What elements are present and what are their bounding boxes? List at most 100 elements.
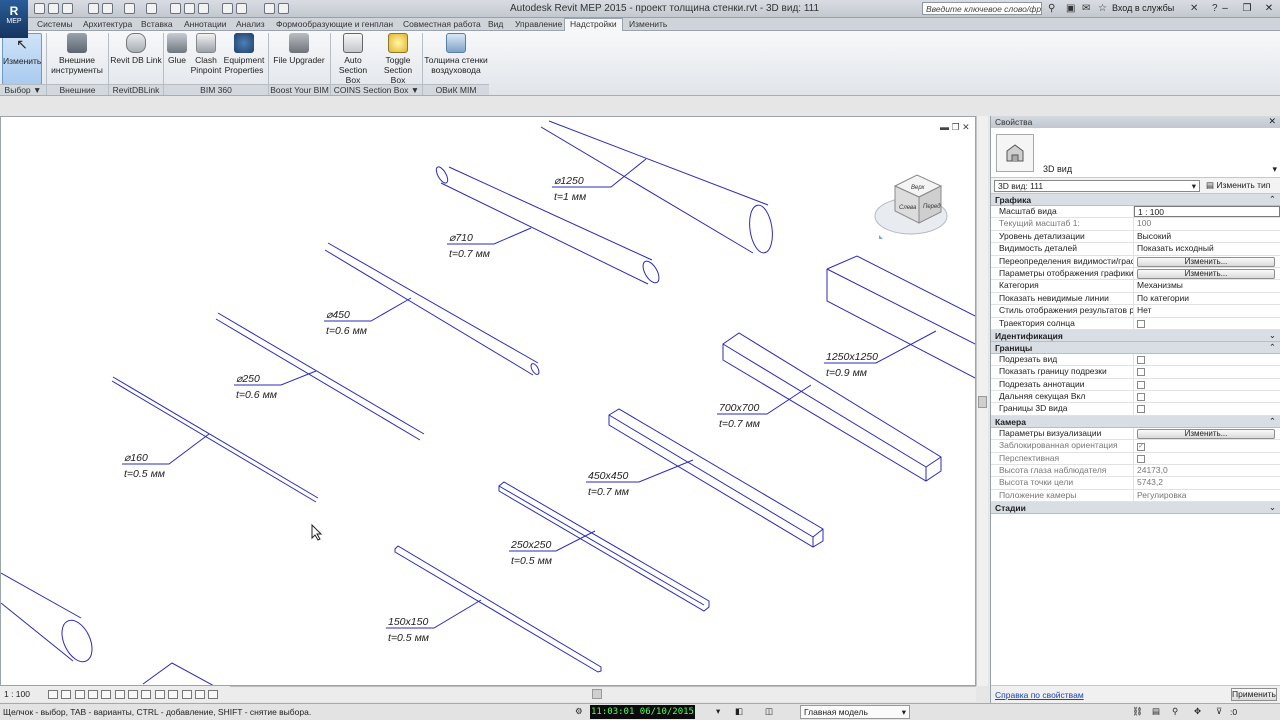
property-checkbox[interactable] bbox=[1137, 393, 1145, 402]
viewcube-left[interactable]: Слева bbox=[899, 205, 917, 211]
clash-pinpoint-button[interactable]: Clash Pinpoint bbox=[190, 33, 222, 75]
rect-duct-450x450[interactable] bbox=[608, 408, 824, 548]
communication-icon[interactable]: ✉ bbox=[1082, 3, 1090, 14]
tab-manage[interactable]: Управление bbox=[515, 19, 562, 29]
property-checkbox[interactable] bbox=[1137, 368, 1145, 377]
favorites-icon[interactable]: ☆ bbox=[1098, 3, 1107, 14]
property-group-header[interactable]: Идентификация ⌄ bbox=[991, 329, 1280, 342]
property-group-header[interactable]: Границы ⌃ bbox=[991, 341, 1280, 354]
edit-button[interactable]: Изменить... bbox=[1137, 256, 1275, 267]
round-duct-710[interactable] bbox=[440, 166, 653, 285]
property-value[interactable]: Нет bbox=[1134, 305, 1280, 316]
active-model-select[interactable]: Главная модель ▾ bbox=[800, 705, 910, 719]
qat-customize-icon[interactable] bbox=[278, 3, 289, 14]
type-selector[interactable]: 3D вид ▾ bbox=[991, 128, 1280, 178]
thin-lines-icon[interactable] bbox=[222, 3, 233, 14]
home-icon[interactable] bbox=[879, 235, 883, 239]
drag-elements-icon[interactable]: ✥ bbox=[1194, 706, 1201, 717]
duct-wall-thickness-button[interactable]: Толщина стенки воздуховода bbox=[424, 33, 488, 75]
crop-view-icon[interactable] bbox=[114, 690, 125, 700]
edit-button[interactable]: Изменить... bbox=[1137, 268, 1275, 279]
tab-collaborate[interactable]: Совместная работа bbox=[403, 19, 481, 29]
scroll-thumb[interactable] bbox=[978, 396, 987, 408]
exchange-apps-icon[interactable]: ✕ bbox=[1190, 3, 1198, 14]
tab-insert[interactable]: Вставка bbox=[141, 19, 173, 29]
close-view-icon[interactable]: ✕ bbox=[962, 122, 970, 132]
binoculars-icon[interactable]: ⚲ bbox=[1048, 3, 1055, 14]
tab-addins[interactable]: Надстройки bbox=[564, 18, 623, 31]
select-underlay-icon[interactable]: ▤ bbox=[1152, 706, 1160, 717]
select-pinned-icon[interactable]: ⚲ bbox=[1172, 706, 1178, 717]
restore-view-icon[interactable]: ❐ bbox=[952, 122, 960, 132]
3d-view-icon[interactable] bbox=[184, 3, 195, 14]
tab-systems[interactable]: Системы bbox=[37, 19, 73, 29]
property-group-header[interactable]: Камера ⌃ bbox=[991, 415, 1280, 428]
glue-button[interactable]: Glue bbox=[165, 33, 189, 65]
switch-windows-icon[interactable] bbox=[264, 3, 275, 14]
viewcube-front[interactable]: Перед bbox=[923, 204, 941, 210]
print-icon[interactable] bbox=[124, 3, 135, 14]
minimize-view-icon[interactable]: ▬ bbox=[940, 122, 949, 132]
3d-viewport[interactable]: ⌀1250 t=1 мм ⌀710 t=0.7 мм ⌀450 t=0.6 мм… bbox=[0, 116, 976, 686]
tab-view[interactable]: Вид bbox=[488, 19, 503, 29]
property-value[interactable]: Механизмы bbox=[1134, 280, 1280, 291]
tab-analyze[interactable]: Анализ bbox=[236, 19, 265, 29]
close-properties-icon[interactable]: ✕ bbox=[1268, 116, 1276, 127]
tab-annotate[interactable]: Аннотации bbox=[184, 19, 227, 29]
maximize-icon[interactable]: ❐ bbox=[1236, 0, 1258, 18]
round-duct-160[interactable] bbox=[111, 376, 319, 503]
property-checkbox[interactable] bbox=[1137, 405, 1145, 414]
design-options-icon[interactable]: ◧ bbox=[735, 706, 743, 717]
tab-massing[interactable]: Формообразующие и генплан bbox=[276, 19, 393, 29]
section-icon[interactable] bbox=[198, 3, 209, 14]
lock-view-icon[interactable] bbox=[141, 690, 152, 700]
apply-button[interactable]: Применить bbox=[1231, 688, 1277, 701]
shadows-icon[interactable] bbox=[87, 690, 98, 700]
filter-icon[interactable]: ⊽ bbox=[1216, 706, 1222, 717]
show-crop-icon[interactable] bbox=[128, 690, 138, 700]
edit-button[interactable]: Изменить... bbox=[1137, 428, 1275, 439]
viewcube-top[interactable]: Верх bbox=[911, 185, 925, 191]
sign-in-button[interactable]: Вход в службы bbox=[1112, 3, 1174, 13]
property-checkbox[interactable] bbox=[1137, 355, 1145, 364]
rect-duct-150x150[interactable] bbox=[394, 545, 602, 673]
round-duct-450[interactable] bbox=[324, 242, 539, 376]
render-icon[interactable] bbox=[101, 690, 112, 700]
detail-level-icon[interactable] bbox=[47, 690, 58, 700]
save-icon[interactable] bbox=[48, 3, 59, 14]
revit-db-link-button[interactable]: Revit DB Link bbox=[110, 33, 162, 65]
tab-architecture[interactable]: Архитектура bbox=[83, 19, 132, 29]
tab-modify[interactable]: Изменить bbox=[629, 19, 667, 29]
sun-path-icon[interactable] bbox=[74, 690, 85, 700]
sync-icon[interactable] bbox=[62, 3, 73, 14]
select-links-icon[interactable]: ⛓ bbox=[1132, 706, 1143, 717]
visual-style-icon[interactable] bbox=[61, 690, 72, 700]
analytical-model-icon[interactable] bbox=[181, 690, 192, 700]
dropdown-arrow-icon[interactable]: ▾ bbox=[716, 706, 720, 717]
text-icon[interactable] bbox=[170, 3, 181, 14]
properties-help-link[interactable]: Справка по свойствам bbox=[995, 690, 1084, 700]
worksharing-icon[interactable]: ⚙ bbox=[575, 706, 583, 717]
highlight-displacement-icon[interactable] bbox=[194, 690, 205, 700]
undo-icon[interactable] bbox=[88, 3, 99, 14]
property-value[interactable]: Показать исходный bbox=[1134, 243, 1280, 254]
subscription-icon[interactable]: ▣ bbox=[1066, 3, 1075, 14]
modify-button[interactable]: ↖ Изменить bbox=[2, 33, 42, 85]
measure-icon[interactable] bbox=[146, 3, 157, 14]
property-group-header[interactable]: Стадии ⌄ bbox=[991, 502, 1280, 515]
property-checkbox[interactable] bbox=[1137, 380, 1145, 389]
viewcube[interactable]: Верх Слева Перед bbox=[874, 174, 948, 239]
temp-hide-icon[interactable] bbox=[154, 690, 165, 700]
property-value[interactable]: По категории bbox=[1134, 293, 1280, 304]
property-value[interactable]: Высокий bbox=[1134, 231, 1280, 242]
view-scale[interactable]: 1 : 100 bbox=[4, 689, 30, 699]
vertical-scrollbar[interactable] bbox=[976, 116, 988, 686]
reveal-hidden-icon[interactable] bbox=[168, 690, 179, 700]
minimize-icon[interactable]: – bbox=[1214, 0, 1236, 18]
close-windows-icon[interactable] bbox=[236, 3, 247, 14]
application-menu-button[interactable]: R MEP bbox=[0, 0, 28, 38]
equipment-properties-button[interactable]: Equipment Properties bbox=[223, 33, 265, 75]
chevron-down-icon[interactable]: ⌄ bbox=[1269, 502, 1276, 513]
property-group-header[interactable]: Графика ⌃ bbox=[991, 194, 1280, 206]
open-icon[interactable] bbox=[34, 3, 45, 14]
